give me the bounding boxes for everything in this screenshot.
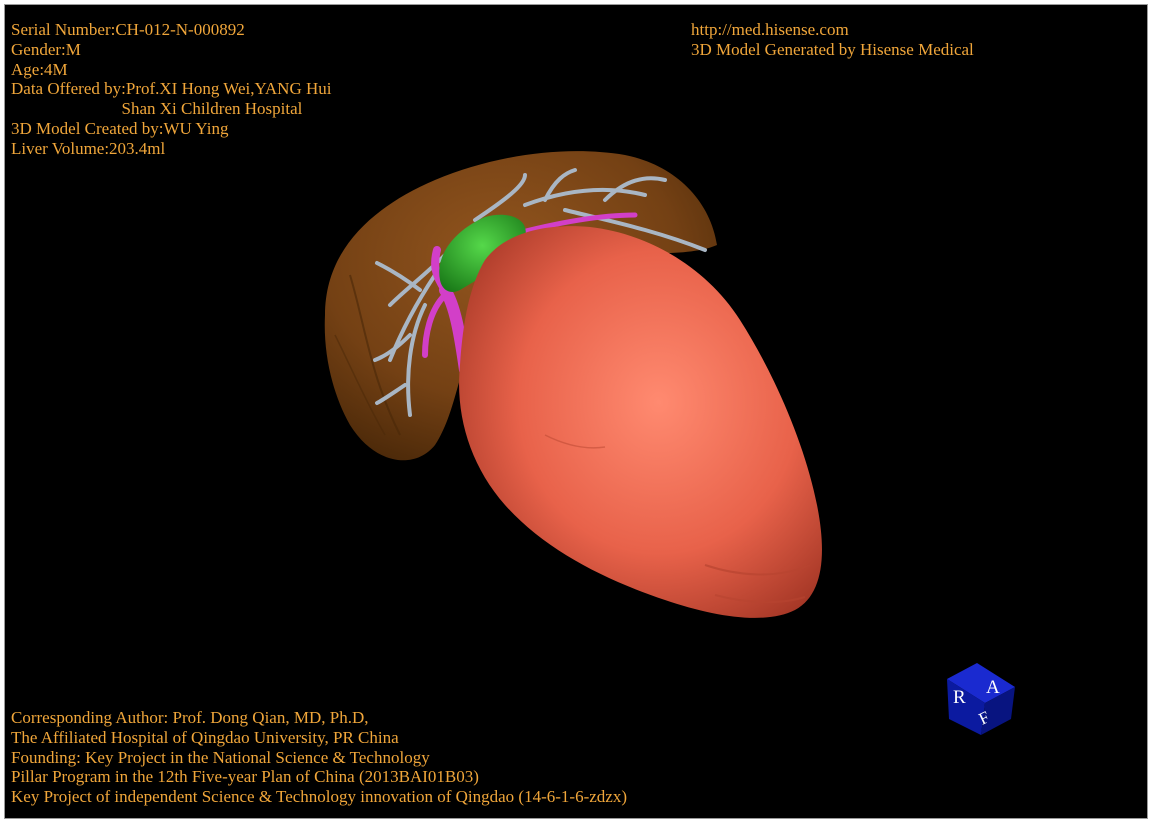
liver-volume-text: Liver Volume:203.4ml	[11, 138, 166, 158]
model-created-by-text: 3D Model Created by:WU Ying	[11, 118, 229, 138]
key-project-text: Key Project of independent Science & Tec…	[11, 787, 627, 807]
orientation-cube[interactable]: R A F	[941, 657, 1021, 737]
patient-info-block: Serial Number:CH-012-N-000892 Gender:M A…	[11, 20, 331, 159]
hospital-text: Shan Xi Children Hospital	[11, 99, 303, 119]
cube-label-r: R	[953, 687, 966, 708]
affiliation-text: The Affiliated Hospital of Qingdao Unive…	[11, 727, 399, 747]
pillar-program-text: Pillar Program in the 12th Five-year Pla…	[11, 767, 479, 787]
cube-label-a: A	[986, 677, 1000, 698]
website-url-text: http://med.hisense.com	[691, 20, 849, 39]
source-info-block: http://med.hisense.com 3D Model Generate…	[691, 20, 974, 60]
funding-text: Founding: Key Project in the National Sc…	[11, 747, 430, 767]
gender-text: Gender:M	[11, 39, 81, 59]
age-text: Age:4M	[11, 59, 68, 79]
spleen-mesh	[459, 226, 822, 618]
3d-viewport[interactable]: Serial Number:CH-012-N-000892 Gender:M A…	[4, 4, 1148, 819]
generator-credit-text: 3D Model Generated by Hisense Medical	[691, 39, 974, 59]
credits-block: Corresponding Author: Prof. Dong Qian, M…	[11, 708, 627, 807]
data-offered-by-text: Data Offered by:Prof.XI Hong Wei,YANG Hu…	[11, 79, 332, 99]
corresponding-author-text: Corresponding Author: Prof. Dong Qian, M…	[11, 708, 369, 727]
serial-number-text: Serial Number:CH-012-N-000892	[11, 20, 245, 39]
